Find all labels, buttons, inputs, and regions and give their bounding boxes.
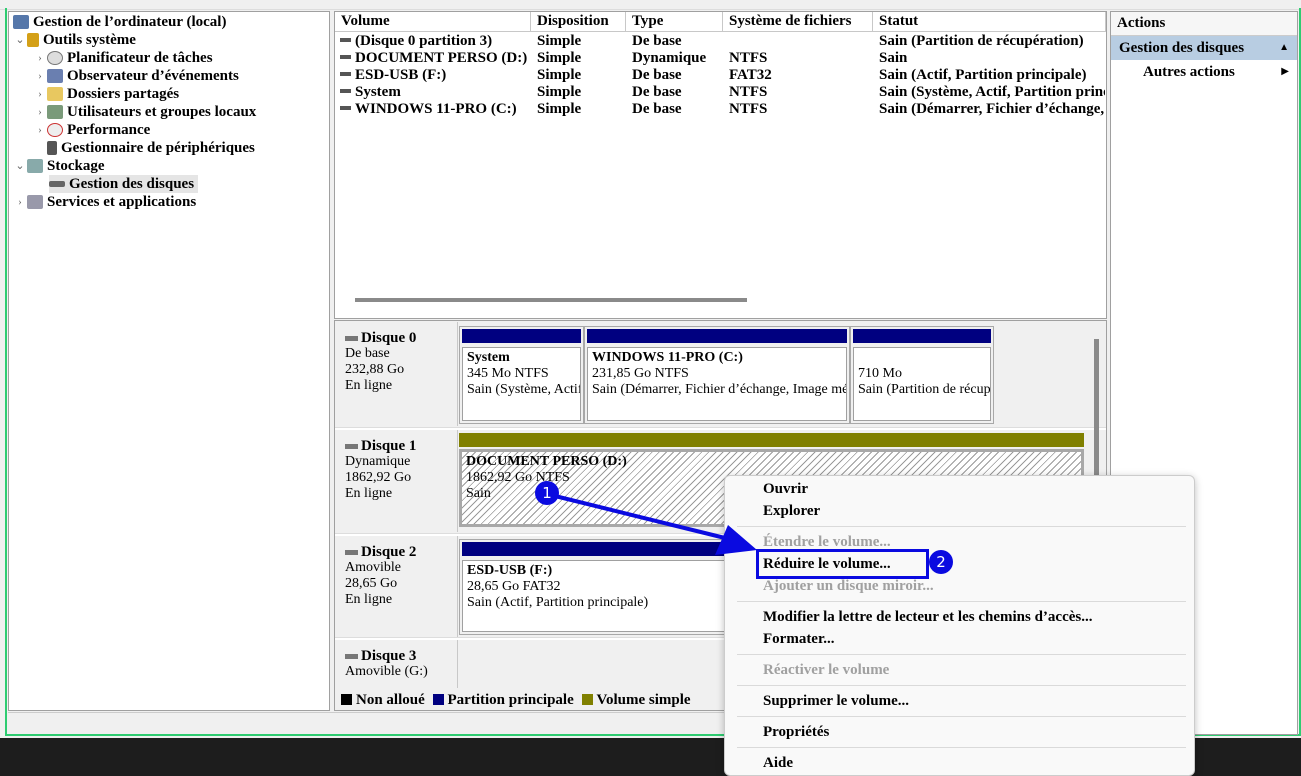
annotation-step-1: 1	[535, 481, 559, 505]
annotation-arrow	[554, 494, 757, 555]
annotation-step-2: 2	[929, 550, 953, 574]
annotation-highlight-box	[756, 549, 929, 579]
